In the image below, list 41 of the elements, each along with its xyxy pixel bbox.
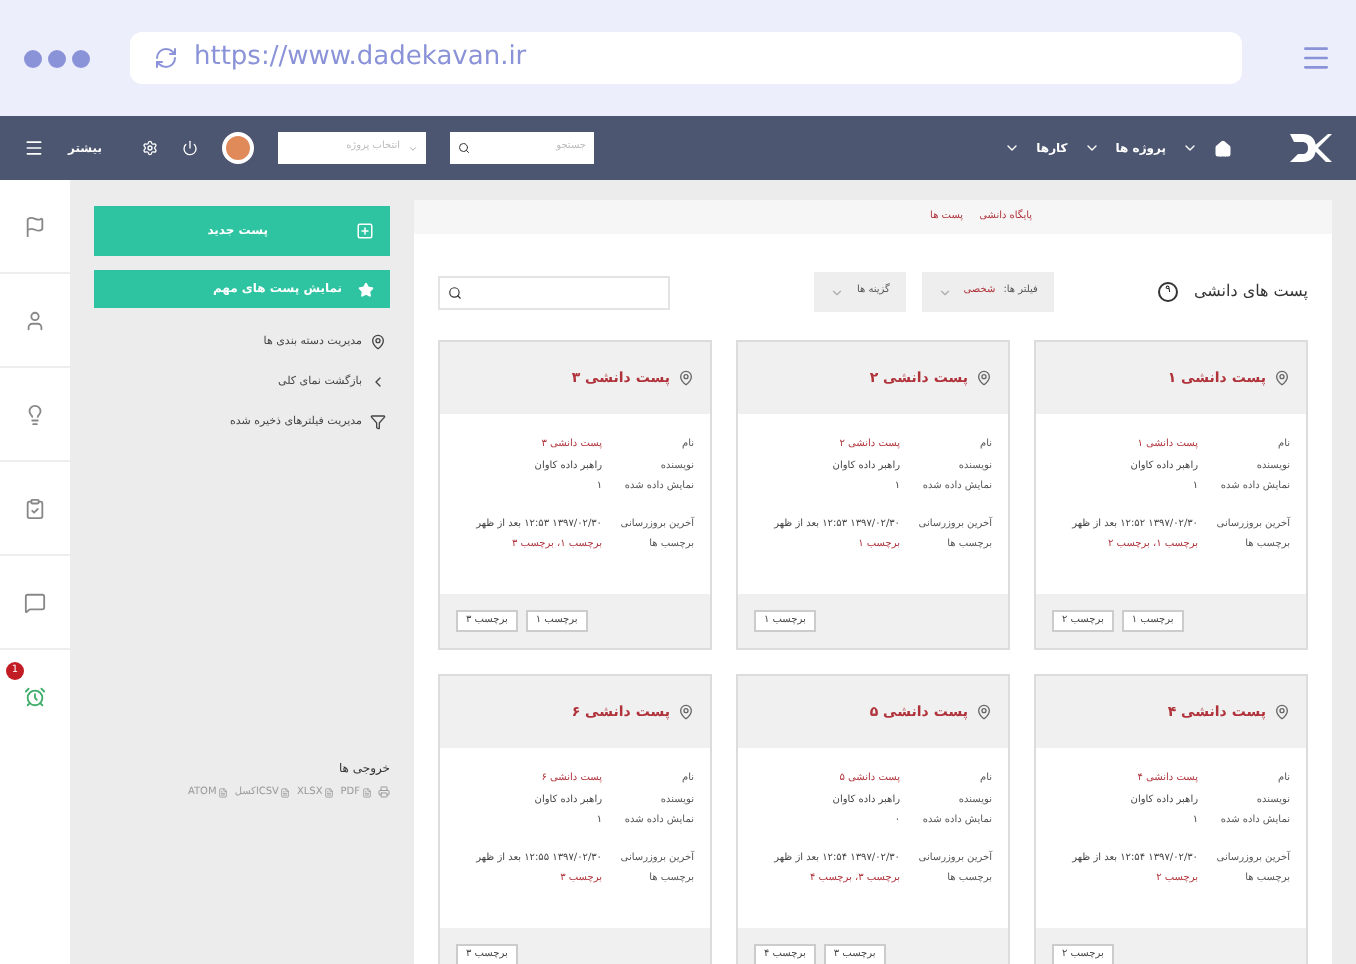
reload-icon[interactable] [154,46,178,70]
flag-icon[interactable] [24,215,46,237]
chevron-down-icon [937,285,952,299]
page-title: پست های دانشی [1193,280,1308,304]
search-icon [448,285,462,299]
file-icon [280,787,291,798]
home-icon[interactable] [1214,139,1232,157]
printer-icon[interactable] [378,786,390,799]
chevron-down-icon [408,143,418,153]
chevron-down-icon [829,285,844,299]
pin-icon [678,704,694,720]
pin-icon [370,334,386,350]
star-icon [358,281,374,297]
pin-icon [976,704,992,720]
chevron-down-icon[interactable] [1182,140,1198,156]
search-icon [458,142,470,154]
chevron-icon [370,374,386,390]
settings-icon[interactable] [142,140,158,156]
file-icon [218,787,229,798]
power-icon[interactable] [182,140,198,156]
pin-icon [678,370,694,386]
plus-square-icon [356,222,374,240]
alarm-clock-icon[interactable] [24,686,46,708]
file-icon [362,787,372,798]
url-text: https://www.dadekavan.ir [194,40,527,77]
pin-icon [976,370,992,386]
logo-icon [1288,132,1332,164]
user-icon[interactable] [24,309,46,331]
lightbulb-icon[interactable] [24,403,46,425]
chevron-down-icon[interactable] [1004,140,1021,156]
avatar[interactable] [222,132,254,164]
message-icon[interactable] [24,591,46,613]
search-field[interactable] [438,275,670,309]
chevron-down-icon[interactable] [1083,140,1100,156]
filter-icon [370,414,386,430]
pin-icon [1274,704,1290,720]
file-icon [324,787,335,798]
menu-icon[interactable] [24,138,44,158]
pin-icon [1274,370,1290,386]
clipboard-check-icon[interactable] [24,497,46,519]
window-dots-icon [24,49,90,67]
